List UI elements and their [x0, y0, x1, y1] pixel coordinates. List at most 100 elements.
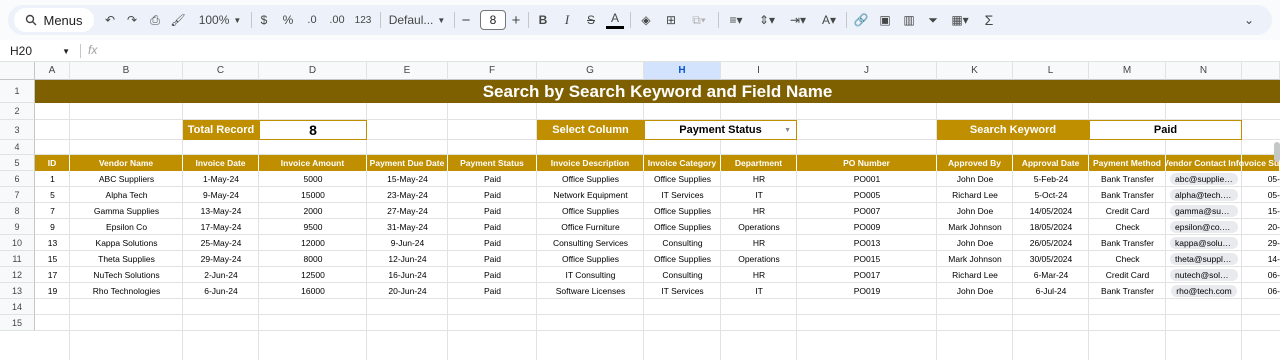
table-header-cell[interactable]: PO Number	[797, 155, 937, 171]
row-header-4[interactable]: 4	[0, 140, 35, 155]
insert-chart-icon[interactable]: ▥	[900, 8, 918, 32]
table-cell[interactable]: PO005	[797, 187, 937, 203]
table-cell[interactable]: PO017	[797, 267, 937, 283]
table-cell[interactable]: Bank Transfer	[1089, 283, 1166, 299]
row-header-13[interactable]: 13	[0, 283, 35, 299]
table-cell[interactable]: Operations	[721, 219, 797, 235]
table-cell[interactable]: 5	[35, 187, 70, 203]
table-cell[interactable]: Paid	[448, 203, 537, 219]
print-icon[interactable]: ⎙	[145, 8, 165, 32]
font-family-select[interactable]: Defaul... ▼	[386, 8, 448, 32]
table-cell[interactable]: 26/05/2024	[1013, 235, 1089, 251]
table-header-cell[interactable]: Approved By	[937, 155, 1013, 171]
row-header-7[interactable]: 7	[0, 187, 35, 203]
table-cell[interactable]: IT Services	[644, 187, 721, 203]
email-chip[interactable]: gamma@suppl...	[1170, 205, 1238, 217]
email-chip[interactable]: abc@suppliers...	[1170, 173, 1238, 185]
insert-link-icon[interactable]: 🔗	[852, 8, 870, 32]
table-cell[interactable]: IT Services	[644, 283, 721, 299]
email-chip[interactable]: theta@supplie...	[1170, 253, 1238, 265]
table-cell[interactable]: Network Equipment	[537, 187, 644, 203]
table-header-cell[interactable]: Approval Date	[1013, 155, 1089, 171]
table-cell[interactable]: John Doe	[937, 235, 1013, 251]
table-cell[interactable]: rho@tech.com	[1166, 283, 1242, 299]
table-cell[interactable]: Operations	[721, 251, 797, 267]
table-header-cell[interactable]: Payment Due Date	[367, 155, 448, 171]
column-header-b[interactable]: B	[70, 62, 183, 80]
email-chip[interactable]: alpha@tech.com	[1170, 189, 1238, 201]
table-header-cell[interactable]: Invoice Description	[537, 155, 644, 171]
table-cell[interactable]: Office Supplies	[537, 251, 644, 267]
table-cell[interactable]: 9	[35, 219, 70, 235]
table-cell[interactable]: 13	[35, 235, 70, 251]
increase-font-size-icon[interactable]: +	[508, 8, 524, 32]
table-cell[interactable]: 06-	[1242, 283, 1280, 299]
table-cell[interactable]: Check	[1089, 219, 1166, 235]
row-header-8[interactable]: 8	[0, 203, 35, 219]
table-cell[interactable]: 15	[35, 251, 70, 267]
table-cell[interactable]: Check	[1089, 251, 1166, 267]
table-cell[interactable]: Paid	[448, 171, 537, 187]
insert-comment-icon[interactable]: ▣	[876, 8, 894, 32]
table-cell[interactable]: PO007	[797, 203, 937, 219]
column-header-f[interactable]: F	[448, 62, 537, 80]
table-header-cell[interactable]: Department	[721, 155, 797, 171]
table-cell[interactable]: 18/05/2024	[1013, 219, 1089, 235]
table-cell[interactable]: PO013	[797, 235, 937, 251]
table-cell[interactable]: John Doe	[937, 203, 1013, 219]
table-header-cell[interactable]: ID	[35, 155, 70, 171]
table-cell[interactable]: 15-	[1242, 203, 1280, 219]
table-cell[interactable]: 05-	[1242, 187, 1280, 203]
table-cell[interactable]: IT	[721, 187, 797, 203]
decrease-font-size-icon[interactable]: −	[458, 8, 474, 32]
table-cell[interactable]: 29-May-24	[183, 251, 259, 267]
table-cell[interactable]: 15000	[259, 187, 367, 203]
table-cell[interactable]: 2-Jun-24	[183, 267, 259, 283]
table-cell[interactable]: 12-Jun-24	[367, 251, 448, 267]
table-cell[interactable]: Credit Card	[1089, 203, 1166, 219]
table-cell[interactable]: 12500	[259, 267, 367, 283]
select-all-corner[interactable]	[0, 62, 35, 80]
paint-format-icon[interactable]: 🖌	[168, 8, 188, 32]
email-chip[interactable]: rho@tech.com	[1171, 285, 1237, 297]
table-cell[interactable]: HR	[721, 267, 797, 283]
total-record-value[interactable]: 8	[259, 120, 367, 140]
row-header-6[interactable]: 6	[0, 171, 35, 187]
table-cell[interactable]: PO015	[797, 251, 937, 267]
table-cell[interactable]: PO001	[797, 171, 937, 187]
vertical-scrollbar[interactable]	[1274, 142, 1280, 162]
vertical-align-icon[interactable]: ⇕▾	[755, 8, 779, 32]
table-cell[interactable]: 9-Jun-24	[367, 235, 448, 251]
table-cell[interactable]: 05-	[1242, 171, 1280, 187]
table-cell[interactable]: Consulting Services	[537, 235, 644, 251]
table-cell[interactable]: Kappa Solutions	[70, 235, 183, 251]
table-cell[interactable]: 25-May-24	[183, 235, 259, 251]
table-cell[interactable]: 30/05/2024	[1013, 251, 1089, 267]
table-cell[interactable]: kappa@solutio...	[1166, 235, 1242, 251]
table-header-cell[interactable]: Invoice Amount	[259, 155, 367, 171]
table-header-cell[interactable]: Payment Method	[1089, 155, 1166, 171]
column-header-e[interactable]: E	[367, 62, 448, 80]
table-cell[interactable]: PO009	[797, 219, 937, 235]
row-header-14[interactable]: 14	[0, 299, 35, 315]
table-cell[interactable]: Office Supplies	[537, 171, 644, 187]
table-cell[interactable]: 15-May-24	[367, 171, 448, 187]
spreadsheet-grid[interactable]: ABCDEFGHIJKLMN 1 2 3 4 5 6 7 8 9 10 11 12 13 14 15 Sea…	[0, 62, 1280, 360]
row-header-2[interactable]: 2	[0, 103, 35, 120]
table-cell[interactable]: Consulting	[644, 267, 721, 283]
table-cell[interactable]: John Doe	[937, 283, 1013, 299]
email-chip[interactable]: nutech@soluti...	[1170, 269, 1238, 281]
table-header-cell[interactable]: Payment Status	[448, 155, 537, 171]
table-cell[interactable]: Theta Supplies	[70, 251, 183, 267]
table-cell[interactable]: IT Consulting	[537, 267, 644, 283]
table-cell[interactable]: alpha@tech.com	[1166, 187, 1242, 203]
table-cell[interactable]: Paid	[448, 251, 537, 267]
column-header-g[interactable]: G	[537, 62, 644, 80]
filter-icon[interactable]: ⏷	[924, 8, 942, 32]
table-cell[interactable]: 13-May-24	[183, 203, 259, 219]
search-keyword-input[interactable]: Paid	[1089, 120, 1242, 140]
horizontal-align-icon[interactable]: ≡▾	[724, 8, 748, 32]
table-cell[interactable]: Paid	[448, 283, 537, 299]
table-cell[interactable]: Paid	[448, 219, 537, 235]
table-cell[interactable]: Epsilon Co	[70, 219, 183, 235]
